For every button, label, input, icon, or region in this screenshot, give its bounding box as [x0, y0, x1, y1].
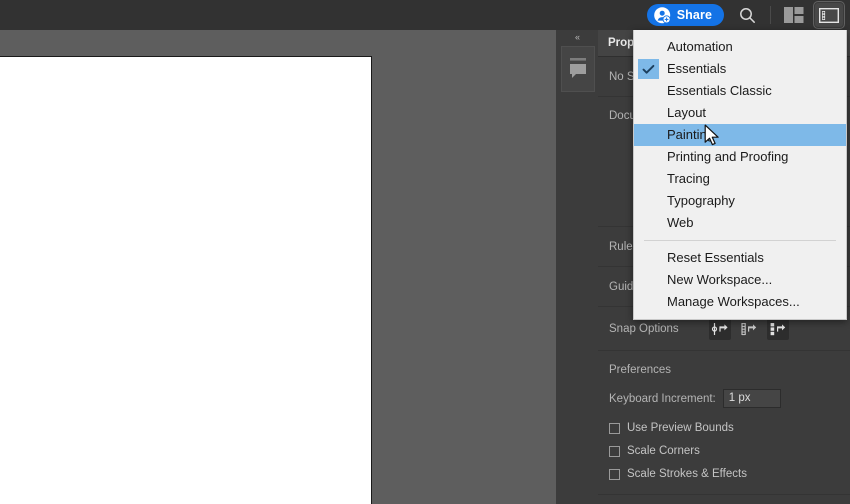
workspace-dropdown-menu: Automation Essentials Essentials Classic… — [633, 30, 847, 320]
menu-item-label: Automation — [667, 39, 733, 54]
search-icon — [739, 7, 755, 23]
menu-item-label: Essentials Classic — [667, 83, 772, 98]
snap-to-grid-button[interactable] — [738, 318, 760, 340]
workspace-switcher-icon — [819, 7, 839, 23]
checkbox-scale-strokes-effects[interactable]: Scale Strokes & Effects — [609, 468, 850, 480]
preferences-section: Preferences Keyboard Increment: 1 px Use… — [598, 351, 850, 480]
menu-item-label: Layout — [667, 105, 707, 120]
menu-item-label: Manage Workspaces... — [667, 294, 800, 309]
menu-item-typography[interactable]: Typography — [634, 190, 846, 212]
share-button-label: Share — [676, 8, 712, 22]
menu-item-automation[interactable]: Automation — [634, 36, 846, 58]
menu-item-reset-essentials[interactable]: Reset Essentials — [634, 247, 846, 269]
comments-panel-icon — [570, 58, 586, 78]
menu-item-manage-workspaces[interactable]: Manage Workspaces... — [634, 291, 846, 313]
search-button[interactable] — [734, 2, 760, 28]
menu-item-essentials[interactable]: Essentials — [634, 58, 846, 80]
checkbox-label: Scale Corners — [627, 445, 700, 457]
snap-to-point-button[interactable] — [709, 317, 731, 340]
menu-item-printing-and-proofing[interactable]: Printing and Proofing — [634, 146, 846, 168]
menu-item-web[interactable]: Web — [634, 212, 846, 234]
check-icon — [638, 59, 659, 79]
arrange-documents-button[interactable] — [781, 2, 807, 28]
menu-item-new-workspace[interactable]: New Workspace... — [634, 269, 846, 291]
arrange-documents-icon — [784, 7, 804, 23]
preferences-title: Preferences — [609, 364, 672, 376]
menu-item-label: Painting — [667, 127, 714, 142]
keyboard-increment-row: Keyboard Increment: 1 px — [609, 389, 850, 408]
checkbox-label: Scale Strokes & Effects — [627, 468, 747, 480]
snap-to-pixel-icon — [770, 322, 786, 335]
menu-item-label: Tracing — [667, 171, 710, 186]
menu-item-painting[interactable]: Painting — [634, 124, 846, 146]
menu-item-essentials-classic[interactable]: Essentials Classic — [634, 80, 846, 102]
menu-item-label: Printing and Proofing — [667, 149, 789, 164]
checkbox-scale-corners[interactable]: Scale Corners — [609, 445, 850, 457]
checkbox-use-preview-bounds[interactable]: Use Preview Bounds — [609, 422, 850, 434]
dock-icon-rail: « — [556, 30, 599, 504]
menu-item-label: Web — [667, 215, 694, 230]
checkbox-label: Use Preview Bounds — [627, 422, 734, 434]
menu-item-label: Reset Essentials — [667, 250, 764, 265]
comments-panel-button[interactable] — [561, 46, 595, 92]
menu-item-label: Essentials — [667, 61, 727, 76]
menu-separator — [644, 240, 836, 241]
application-window: Share « No Ruler Guides Snap Options Pre… — [0, 0, 850, 504]
snap-options-label: Snap Options — [609, 322, 679, 335]
keyboard-increment-label: Keyboard Increment: — [609, 392, 716, 405]
checkbox-box[interactable] — [609, 468, 620, 480]
document-canvas-area[interactable] — [0, 30, 556, 504]
application-toolbar: Share — [0, 0, 850, 30]
checkbox-box[interactable] — [609, 445, 620, 457]
snap-to-grid-icon — [741, 322, 757, 335]
menu-item-tracing[interactable]: Tracing — [634, 168, 846, 190]
menu-item-label: Typography — [667, 193, 735, 208]
share-button[interactable]: Share — [646, 4, 724, 26]
artboard[interactable] — [0, 56, 372, 504]
person-add-icon — [653, 6, 671, 23]
workspace-switcher-button[interactable] — [813, 1, 845, 29]
keyboard-increment-input[interactable]: 1 px — [722, 389, 781, 408]
snap-to-pixel-button[interactable] — [767, 317, 789, 340]
menu-item-layout[interactable]: Layout — [634, 102, 846, 124]
menu-item-label: New Workspace... — [667, 272, 773, 287]
panel-bottom-divider — [598, 494, 850, 495]
collapse-panels-button[interactable]: « — [556, 30, 598, 44]
toolbar-divider — [770, 6, 771, 24]
checkbox-box[interactable] — [609, 422, 620, 434]
snap-to-point-icon — [711, 322, 728, 335]
